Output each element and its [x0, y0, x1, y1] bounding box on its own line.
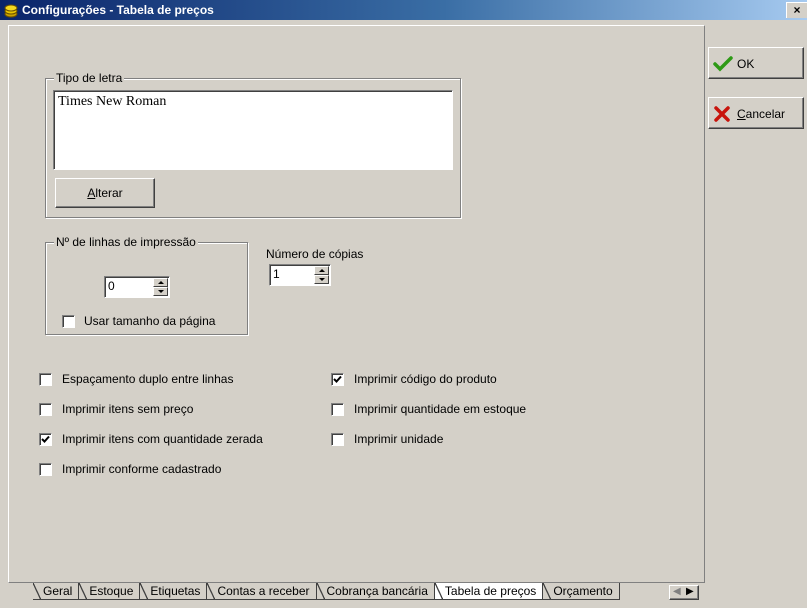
use-page-size-checkbox[interactable] — [62, 315, 75, 328]
option-label: Espaçamento duplo entre linhas — [62, 372, 234, 386]
close-button[interactable]: × — [786, 2, 807, 18]
lines-stepper[interactable]: 0 — [104, 276, 170, 298]
copies-stepper[interactable]: 1 — [269, 264, 331, 286]
option-label: Imprimir código do produto — [354, 372, 497, 386]
option-checkbox[interactable] — [331, 373, 344, 386]
copies-value: 1 — [273, 267, 280, 281]
tab-scroll-buttons[interactable]: ◀ ▶ — [669, 585, 699, 600]
option-checkbox[interactable] — [39, 463, 52, 476]
up-arrow-icon — [319, 269, 325, 272]
up-arrow-icon — [158, 281, 164, 284]
tab-estoque[interactable]: Estoque — [79, 583, 141, 600]
lines-up-button[interactable] — [153, 278, 168, 287]
ok-button[interactable]: OK — [708, 47, 804, 79]
window-title: Configurações - Tabela de preços — [22, 3, 214, 17]
down-arrow-icon — [158, 290, 164, 293]
ok-label: OK — [737, 57, 755, 71]
lines-value: 0 — [108, 279, 115, 293]
lines-groupbox: Nº de linhas de impressão 0 Usar tamanho… — [45, 235, 248, 335]
x-icon — [714, 106, 730, 122]
copies-down-button[interactable] — [314, 275, 329, 284]
tab-geral[interactable]: Geral — [33, 583, 80, 600]
settings-panel: Tipo de letra Times New Roman Alterar Nº… — [8, 25, 705, 583]
option-checkbox[interactable] — [39, 433, 52, 446]
coins-icon — [4, 4, 18, 18]
checkmark-icon — [713, 56, 733, 72]
option-label: Imprimir conforme cadastrado — [62, 462, 222, 476]
use-page-size-label: Usar tamanho da página — [84, 314, 216, 328]
cancel-label: Cancelar — [737, 107, 786, 121]
change-font-button[interactable]: Alterar — [55, 178, 155, 208]
close-icon: × — [793, 3, 801, 17]
copies-label: Número de cópias — [266, 247, 364, 261]
option-checkbox[interactable] — [39, 403, 52, 416]
copies-up-button[interactable] — [314, 266, 329, 275]
option-label: Imprimir unidade — [354, 432, 444, 446]
change-font-label: Alterar — [87, 186, 123, 200]
option-label: Imprimir quantidade em estoque — [354, 402, 527, 416]
cancel-button[interactable]: Cancelar — [708, 97, 804, 129]
option-label: Imprimir itens com quantidade zerada — [62, 432, 263, 446]
lines-down-button[interactable] — [153, 287, 168, 296]
font-name: Times New Roman — [58, 94, 167, 109]
scroll-right-icon[interactable]: ▶ — [686, 586, 694, 597]
option-label: Imprimir itens sem preço — [62, 402, 194, 416]
font-preview-field[interactable]: Times New Roman — [53, 90, 453, 170]
tab-or-amento[interactable]: Orçamento — [543, 583, 620, 600]
down-arrow-icon — [319, 278, 325, 281]
font-group-legend: Tipo de letra — [54, 71, 125, 85]
title-bar: Configurações - Tabela de preços × — [0, 0, 807, 20]
tab-tabela-de-pre-os[interactable]: Tabela de preços — [434, 583, 544, 600]
option-checkbox[interactable] — [39, 373, 52, 386]
lines-group-legend: Nº de linhas de impressão — [54, 235, 198, 249]
tab-cobran-a-banc-ria[interactable]: Cobrança bancária — [316, 583, 435, 600]
option-checkbox[interactable] — [331, 433, 344, 446]
tab-strip: Geral Estoque Etiquetas Contas a receber Cob… — [33, 583, 620, 601]
tab-etiquetas[interactable]: Etiquetas — [140, 583, 208, 600]
scroll-left-icon[interactable]: ◀ — [673, 586, 681, 597]
font-groupbox: Tipo de letra Times New Roman Alterar — [45, 71, 461, 218]
tab-contas-a-receber[interactable]: Contas a receber — [207, 583, 317, 600]
option-checkbox[interactable] — [331, 403, 344, 416]
